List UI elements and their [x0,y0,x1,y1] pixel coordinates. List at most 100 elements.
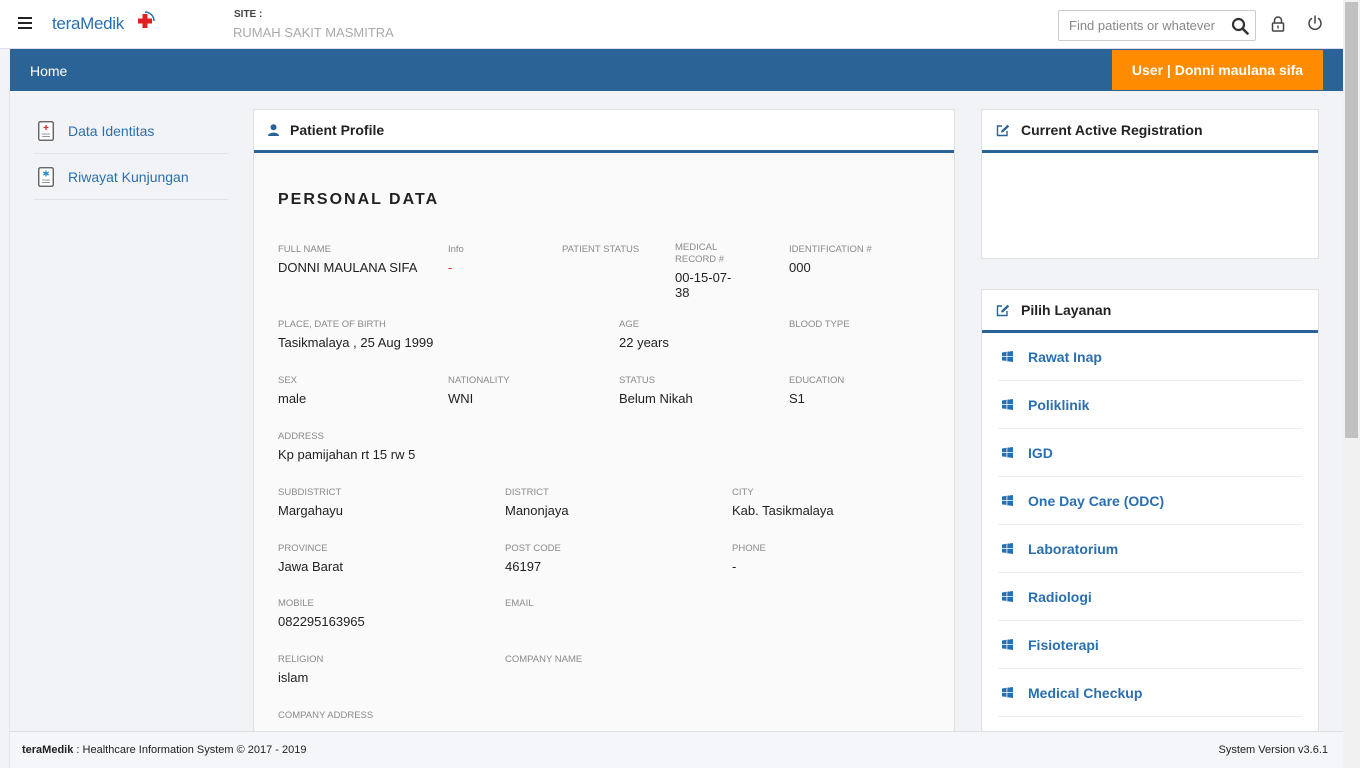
field-value: 22 years [619,335,669,350]
field-city: CITY Kab. Tasikmalaya [732,487,834,518]
field-district: DISTRICT Manonjaya [505,487,569,518]
search-icon[interactable] [1231,17,1249,35]
field-label: MOBILE [278,598,314,609]
field-label: COMPANY ADDRESS [278,710,374,721]
service-igd[interactable]: IGD [998,429,1302,477]
service-label: IGD [1028,444,1053,461]
field-label: PROVINCE [278,543,328,554]
field-label: EMAIL [505,598,534,609]
field-label: POST CODE [505,543,561,554]
windows-icon [1002,447,1013,458]
field-value: DONNI MAULANA SIFA [278,260,418,275]
field-label: SUBDISTRICT [278,487,342,498]
service-medical-checkup[interactable]: Medical Checkup [998,669,1302,717]
logo[interactable]: teraMedik [52,11,155,34]
field-label: PHONE [732,543,766,554]
field-patient-status: PATIENT STATUS [562,244,639,260]
windows-icon [1002,543,1013,554]
field-label: PATIENT STATUS [562,244,640,255]
sidebar-item-label: Riwayat Kunjungan [68,168,189,185]
field-value: islam [278,670,309,685]
panel-title: Patient Profile [290,122,385,138]
field-identification: IDENTIFICATION # 000 [789,244,872,275]
field-value: Kp pamijahan rt 15 rw 5 [278,447,416,462]
service-poliklinik[interactable]: Poliklinik [998,381,1302,429]
windows-icon [1002,639,1013,650]
pilih-layanan-panel: Pilih Layanan Rawat Inap Poliklinik IGD … [981,289,1319,759]
field-blood-type: BLOOD TYPE [789,319,850,335]
edit-icon [996,124,1010,136]
hamburger-menu-icon[interactable] [18,17,32,29]
sidebar-item-data-identitas[interactable]: Data Identitas [34,108,228,154]
field-info: Info - [448,244,464,275]
field-label: EDUCATION [789,375,845,386]
field-religion: RELIGION islam [278,654,323,685]
field-company-address: COMPANY ADDRESS [278,710,373,726]
sidebar-item-riwayat-kunjungan[interactable]: Riwayat Kunjungan [34,154,228,200]
user-icon [268,124,279,136]
field-label: COMPANY NAME [505,654,583,665]
field-label: ADDRESS [278,431,324,442]
service-fisioterapi[interactable]: Fisioterapi [998,621,1302,669]
field-label: CITY [732,487,754,498]
power-icon[interactable] [1307,15,1323,31]
service-laboratorium[interactable]: Laboratorium [998,525,1302,573]
search-input[interactable] [1059,11,1219,40]
sidebar: Data Identitas Riwayat Kunjungan [34,108,228,200]
field-value: 46197 [505,559,542,574]
field-label: SEX [278,375,298,386]
field-label: PLACE, DATE OF BIRTH [278,319,386,330]
field-label: FULL NAME [278,244,331,255]
field-address: ADDRESS Kp pamijahan rt 15 rw 5 [278,431,415,462]
field-value: Kab. Tasikmalaya [732,503,834,518]
field-label: NATIONALITY [448,375,510,386]
page-scrollbar[interactable] [1343,0,1360,768]
field-label: AGE [619,319,640,330]
plus-logo-icon [138,11,155,28]
system-version: System Version v3.6.1 [1218,744,1328,756]
field-age: AGE 22 years [619,319,669,350]
scrollbar-thumb[interactable] [1345,2,1358,438]
field-value: male [278,391,307,406]
field-value: Manonjaya [505,503,569,518]
field-mobile: MOBILE 082295163965 [278,598,365,629]
section-title: PERSONAL DATA [278,191,440,208]
field-value: Margahayu [278,503,344,518]
field-value: Jawa Barat [278,559,344,574]
field-subdistrict: SUBDISTRICT Margahayu [278,487,343,518]
field-label: DISTRICT [505,487,549,498]
left-edge [0,91,10,768]
service-label: Laboratorium [1028,540,1119,557]
footer-copyright: teraMedik : Healthcare Information Syste… [22,744,306,756]
field-value: - [732,559,737,574]
service-odc[interactable]: One Day Care (ODC) [998,477,1302,525]
field-value: Tasikmalaya , 25 Aug 1999 [278,335,434,350]
field-label: RELIGION [278,654,324,665]
field-value: S1 [789,391,805,406]
lock-icon[interactable] [1271,16,1285,32]
panel-header: Pilih Layanan [982,290,1318,333]
service-label: Rawat Inap [1028,348,1102,365]
footer-brand: teraMedik [22,744,74,756]
field-email: EMAIL [505,598,534,614]
footer: teraMedik : Healthcare Information Syste… [10,731,1343,768]
nav-bar: Home User | Donni maulana sifa [10,49,1343,91]
panel-header: Patient Profile [254,110,954,153]
windows-icon [1002,351,1013,362]
service-rawat-inap[interactable]: Rawat Inap [998,333,1302,381]
field-sex: SEX male [278,375,306,406]
service-label: One Day Care (ODC) [1028,492,1165,509]
user-button[interactable]: User | Donni maulana sifa [1112,50,1323,90]
field-value: 000 [789,260,811,275]
field-value: WNI [448,391,474,406]
search-box [1058,10,1256,41]
current-registration-panel: Current Active Registration [981,109,1319,259]
field-medical-record: MEDICAL RECORD # 00-15-07-38 [675,242,735,300]
field-phone: PHONE - [732,543,766,574]
field-label: STATUS [619,375,656,386]
windows-icon [1002,687,1013,698]
service-radiologi[interactable]: Radiologi [998,573,1302,621]
field-nationality: NATIONALITY WNI [448,375,510,406]
home-link[interactable]: Home [30,63,67,79]
service-list: Rawat Inap Poliklinik IGD One Day Care (… [982,333,1318,717]
